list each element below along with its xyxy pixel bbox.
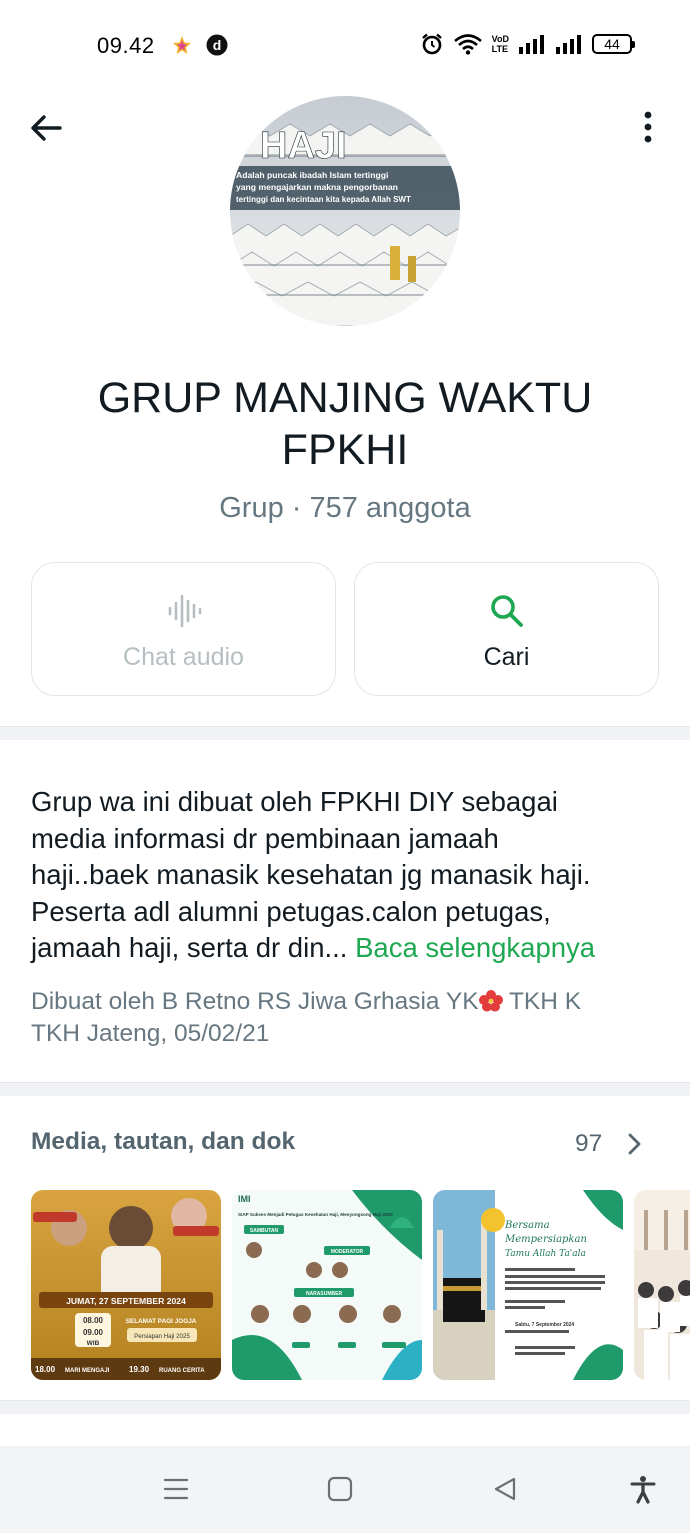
svg-text:SAMBUTAN: SAMBUTAN	[250, 1228, 279, 1234]
chevron-right-icon[interactable]	[622, 1130, 646, 1158]
svg-text:WIB: WIB	[87, 1340, 100, 1347]
media-thumbnail[interactable]: JUMAT, 27 SEPTEMBER 2024 08.00 09.00 WIB…	[31, 1190, 221, 1380]
signal-1-icon	[519, 35, 544, 54]
group-description: Grup wa ini dibuat oleh FPKHI DIY sebaga…	[31, 786, 596, 963]
created-by-text: Dibuat oleh B Retno RS Jiwa Grhasia YK T…	[31, 988, 582, 1047]
star-app-icon	[173, 36, 191, 54]
recent-apps-icon[interactable]	[161, 1474, 191, 1504]
search-button[interactable]: Cari	[354, 562, 659, 696]
alarm-icon	[421, 33, 442, 55]
media-count[interactable]: 97	[575, 1130, 602, 1158]
arrow-left-icon	[31, 115, 62, 141]
vod-lte-indicator: VoD LTE	[491, 34, 509, 54]
audio-waveform-icon	[168, 594, 201, 628]
svg-text:MARI MENGAJI: MARI MENGAJI	[65, 1368, 110, 1374]
svg-text:Persiapan Haji 2025: Persiapan Haji 2025	[134, 1333, 190, 1340]
status-time: 09.42	[97, 33, 155, 58]
media-thumbnail[interactable]	[634, 1190, 690, 1380]
svg-text:NARASUMBER: NARASUMBER	[306, 1291, 343, 1297]
status-notification-icons: d	[172, 34, 228, 56]
group-name: GRUP MANJING WAKTU FPKHI	[97, 374, 593, 474]
svg-text:RUANG CERITA: RUANG CERITA	[159, 1368, 205, 1374]
battery-indicator: 44	[592, 34, 635, 54]
svg-text:Mempersiapkan: Mempersiapkan	[504, 1234, 587, 1245]
svg-text:19.30: 19.30	[129, 1365, 150, 1374]
status-system-icons: VoD LTE 44	[420, 32, 635, 56]
svg-text:d: d	[213, 37, 222, 53]
group-subtitle: Grup · 757 anggota	[219, 492, 471, 524]
media-thumbnail[interactable]: IMI SIAP Sukses Menjadi Petugas Kesehata…	[232, 1190, 422, 1380]
home-icon[interactable]	[325, 1474, 355, 1504]
svg-text:SIAP Sukses Menjadi Petugas Ke: SIAP Sukses Menjadi Petugas Kesehatan Ha…	[238, 1212, 393, 1217]
read-more-link[interactable]: Baca selengkapnya	[355, 932, 595, 963]
status-bar: 09.42 d VoD LTE 44	[0, 0, 690, 92]
svg-text:18.00: 18.00	[35, 1365, 56, 1374]
hibiscus-emoji-icon	[478, 990, 503, 1012]
svg-text:Tamu Allah Ta'ala: Tamu Allah Ta'ala	[505, 1249, 586, 1259]
system-navigation-bar	[0, 1446, 690, 1533]
thumb1-date: JUMAT, 27 SEPTEMBER 2024	[66, 1296, 186, 1306]
avatar-line3: tertinggi dan kecintaan kita kepada Alla…	[236, 195, 411, 204]
svg-text:08.00: 08.00	[83, 1316, 104, 1325]
back-button[interactable]	[26, 108, 66, 148]
svg-text:Sabtu, 7 September 2024: Sabtu, 7 September 2024	[515, 1322, 574, 1328]
signal-2-icon	[556, 35, 581, 54]
back-triangle-icon[interactable]	[490, 1474, 520, 1504]
svg-text:Bersama: Bersama	[504, 1220, 550, 1231]
chat-audio-button[interactable]: Chat audio	[31, 562, 336, 696]
chat-audio-label: Chat audio	[123, 643, 244, 671]
app-d-icon: d	[206, 34, 228, 56]
more-options-button[interactable]	[632, 108, 664, 148]
media-thumbnail[interactable]: Bersama Mempersiapkan Tamu Allah Ta'ala …	[433, 1190, 623, 1380]
section-divider	[0, 1400, 690, 1414]
section-divider	[0, 726, 690, 740]
avatar-line2: yang mengajarkan makna pengorbanan	[236, 182, 398, 192]
avatar-heading: HAJI	[260, 125, 347, 167]
more-vertical-icon	[644, 111, 652, 143]
svg-text:SELAMAT PAGI JOGJA: SELAMAT PAGI JOGJA	[126, 1318, 197, 1325]
media-thumbnails: JUMAT, 27 SEPTEMBER 2024 08.00 09.00 WIB…	[31, 1190, 690, 1380]
section-divider	[0, 1082, 690, 1096]
search-label: Cari	[483, 643, 530, 671]
avatar-line1: Adalah puncak ibadah Islam tertinggi	[236, 170, 388, 180]
svg-text:MODERATOR: MODERATOR	[331, 1249, 364, 1255]
group-avatar[interactable]: HAJI Adalah puncak ibadah Islam tertingg…	[230, 96, 460, 326]
svg-text:IMI: IMI	[238, 1194, 251, 1204]
wifi-icon	[453, 34, 482, 55]
accessibility-icon[interactable]	[628, 1474, 658, 1504]
svg-text:09.00: 09.00	[83, 1328, 104, 1337]
media-section-title[interactable]: Media, tautan, dan dok	[31, 1128, 295, 1156]
search-icon	[490, 595, 523, 627]
